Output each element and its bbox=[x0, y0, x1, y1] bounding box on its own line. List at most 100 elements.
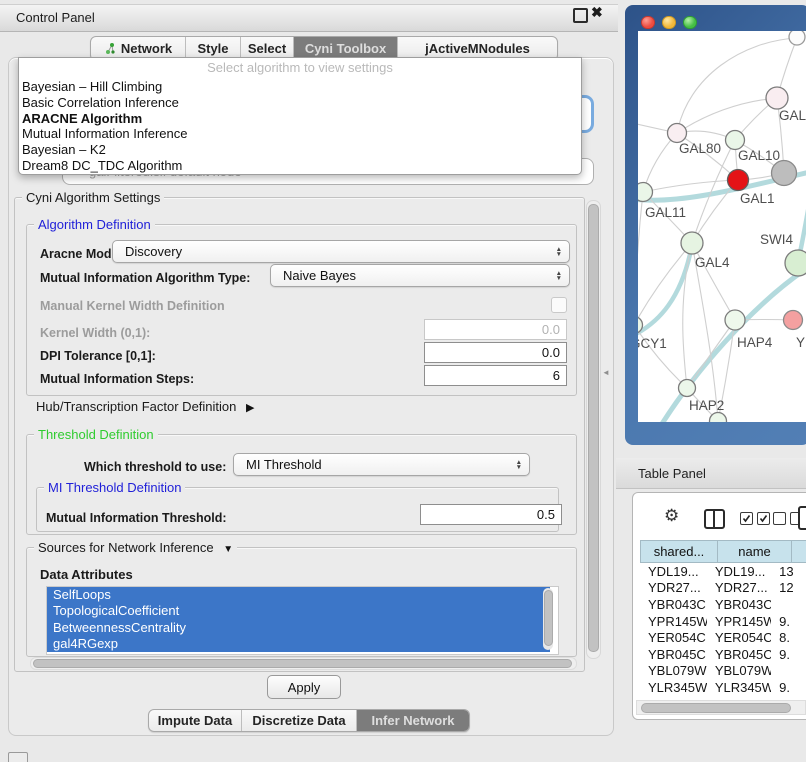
manual-kernel-checkbox[interactable] bbox=[551, 297, 567, 313]
which-threshold-combo[interactable]: MI Threshold ▲▼ bbox=[233, 453, 530, 476]
network-edge bbox=[738, 421, 806, 422]
node-hap2[interactable] bbox=[679, 380, 696, 397]
table-cell: YBR045C bbox=[640, 647, 707, 662]
apply-button[interactable]: Apply bbox=[267, 675, 341, 699]
node-swi4[interactable] bbox=[785, 250, 806, 276]
table-row[interactable]: YPR145WYPR145W9. bbox=[640, 613, 806, 630]
table-cell: YDR27... bbox=[707, 580, 771, 595]
node-hap4[interactable] bbox=[725, 310, 745, 330]
column-header-shared[interactable]: shared... bbox=[640, 540, 718, 563]
table-body: YDL19...YDL19...13YDR27...YDR27...12YBR0… bbox=[640, 563, 806, 700]
mac-minimize-icon[interactable] bbox=[662, 16, 676, 30]
table-cell: YBR045C bbox=[707, 647, 771, 662]
mac-close-icon[interactable] bbox=[641, 16, 655, 30]
collapse-down-icon[interactable]: ▼ bbox=[223, 544, 233, 555]
table-cell: 9. bbox=[771, 680, 806, 695]
table-cell: 9. bbox=[771, 647, 806, 662]
spinner-icon: ▲▼ bbox=[556, 247, 562, 257]
mi-threshold-label: Mutual Information Threshold: bbox=[46, 511, 227, 525]
mi-type-label: Mutual Information Algorithm Type: bbox=[40, 271, 250, 285]
table-row[interactable]: YBL079WYBL079W bbox=[640, 663, 806, 680]
node-gal4[interactable] bbox=[681, 232, 703, 254]
hscrollbar-thumb[interactable] bbox=[33, 659, 572, 668]
table-row[interactable]: YBR043CYBR043C bbox=[640, 596, 806, 613]
table-cell: YPR145W bbox=[640, 614, 707, 629]
algorithm-dropdown[interactable]: Select algorithm to view settings Bayesi… bbox=[18, 57, 582, 175]
table-cell: YLR345W bbox=[640, 680, 707, 695]
attribute-item-topologicalcoefficient[interactable]: TopologicalCoefficient bbox=[47, 603, 550, 619]
export-table-icon[interactable] bbox=[798, 506, 806, 530]
node-label-swi4: SWI4 bbox=[760, 232, 793, 247]
table-row[interactable]: YDL19...YDL19...13 bbox=[640, 563, 806, 580]
gear-icon[interactable]: ⚙ bbox=[664, 506, 679, 526]
algorithm-option-dream8-dc-tdc-algorithm[interactable]: Dream8 DC_TDC Algorithm bbox=[22, 158, 578, 174]
node-gal10[interactable] bbox=[726, 131, 745, 150]
tab-discretize-data[interactable]: Discretize Data bbox=[242, 710, 357, 731]
algorithm-option-bayesian-k2[interactable]: Bayesian – K2 bbox=[22, 142, 578, 158]
node-gal80[interactable] bbox=[668, 124, 687, 143]
attributes-scrollbar-thumb[interactable] bbox=[544, 590, 553, 646]
mac-zoom-icon[interactable] bbox=[683, 16, 697, 30]
dpi-tolerance-field[interactable]: 0.0 bbox=[424, 342, 567, 363]
kernel-width-field[interactable]: 0.0 bbox=[424, 319, 567, 340]
node-y[interactable] bbox=[784, 311, 803, 330]
table-horizontal-scrollbar[interactable] bbox=[636, 700, 806, 715]
data-attributes-label: Data Attributes bbox=[40, 567, 133, 582]
node-gal11[interactable] bbox=[638, 183, 653, 202]
close-panel-icon[interactable]: ✖ bbox=[591, 4, 603, 21]
mi-threshold-field[interactable]: 0.5 bbox=[420, 504, 562, 525]
table-row[interactable]: YER054CYER054C8. bbox=[640, 629, 806, 646]
network-edge bbox=[643, 133, 677, 192]
column-header-a[interactable]: A bbox=[791, 540, 806, 563]
expand-right-icon[interactable]: ▶ bbox=[246, 401, 254, 414]
mi-type-combo[interactable]: Naive Bayes ▲▼ bbox=[270, 264, 570, 287]
settings-vertical-scrollbar[interactable] bbox=[586, 200, 601, 659]
table-row[interactable]: YLR345WYLR345W9. bbox=[640, 679, 806, 696]
table-cell: YBL079W bbox=[640, 663, 707, 678]
tab-impute-data[interactable]: Impute Data bbox=[149, 710, 242, 731]
hub-definition-toggle[interactable]: Hub/Transcription Factor Definition ▶ bbox=[36, 399, 254, 414]
mi-steps-field[interactable]: 6 bbox=[424, 365, 567, 386]
table-cell: YBL079W bbox=[707, 663, 771, 678]
float-panel-icon[interactable] bbox=[573, 8, 588, 23]
dpi-tolerance-label: DPI Tolerance [0,1]: bbox=[40, 349, 156, 363]
sources-group-title[interactable]: Sources for Network Inference ▼ bbox=[34, 540, 237, 555]
table-cell: YBR043C bbox=[640, 597, 707, 612]
table-cell: YPR145W bbox=[707, 614, 771, 629]
settings-scrollbar-thumb[interactable] bbox=[588, 204, 599, 652]
table-hscrollbar-thumb[interactable] bbox=[641, 703, 791, 713]
node[interactable] bbox=[710, 413, 727, 423]
table-row[interactable]: YBR045CYBR045C9. bbox=[640, 646, 806, 663]
node[interactable] bbox=[789, 31, 805, 45]
attribute-item-gal4rgexp[interactable]: gal4RGexp bbox=[47, 636, 550, 652]
tab-label: Network bbox=[121, 41, 172, 56]
node-label-gal1: GAL1 bbox=[740, 191, 775, 206]
attribute-item-selfloops[interactable]: SelfLoops bbox=[47, 587, 550, 603]
algorithm-option-basic-correlation-inference[interactable]: Basic Correlation Inference bbox=[22, 95, 578, 111]
minimized-panel-button[interactable] bbox=[8, 752, 28, 762]
column-visibility-icon[interactable] bbox=[704, 509, 725, 529]
table-header-row: shared...nameA bbox=[640, 540, 806, 563]
mi-steps-label: Mutual Information Steps: bbox=[40, 372, 194, 386]
which-threshold-label: Which threshold to use: bbox=[84, 460, 226, 474]
panel-splitter-arrow[interactable]: ◄ bbox=[602, 368, 610, 377]
network-canvas[interactable]: GALGAL80GAL10GAL1GAL11GAL4SWI4HAP4YGCY1H… bbox=[638, 31, 806, 422]
attribute-item-betweennesscentrality[interactable]: BetweennessCentrality bbox=[47, 620, 550, 636]
algorithm-option-aracne-algorithm[interactable]: ARACNE Algorithm bbox=[22, 111, 578, 127]
manual-kernel-label: Manual Kernel Width Definition bbox=[40, 299, 225, 313]
table-row[interactable]: YDR27...YDR27...12 bbox=[640, 580, 806, 597]
aracne-mode-combo[interactable]: Discovery ▲▼ bbox=[112, 240, 570, 263]
settings-horizontal-scrollbar[interactable] bbox=[30, 657, 577, 670]
mi-type-value: Naive Bayes bbox=[283, 268, 356, 283]
node[interactable] bbox=[772, 161, 797, 186]
attributes-list-scrollbar[interactable] bbox=[543, 588, 553, 650]
column-header-name[interactable]: name bbox=[717, 540, 792, 563]
algorithm-option-mutual-information-inference[interactable]: Mutual Information Inference bbox=[22, 126, 578, 142]
node-gal1[interactable] bbox=[728, 170, 749, 191]
node-gal[interactable] bbox=[766, 87, 788, 109]
select-all-rows-icon[interactable] bbox=[740, 512, 770, 525]
tab-infer-network[interactable]: Infer Network bbox=[357, 710, 469, 731]
data-attributes-list[interactable]: SelfLoopsTopologicalCoefficientBetweenne… bbox=[46, 586, 559, 655]
table-panel-titlebar: Table Panel bbox=[616, 458, 806, 489]
algorithm-option-bayesian-hill-climbing[interactable]: Bayesian – Hill Climbing bbox=[22, 79, 578, 95]
